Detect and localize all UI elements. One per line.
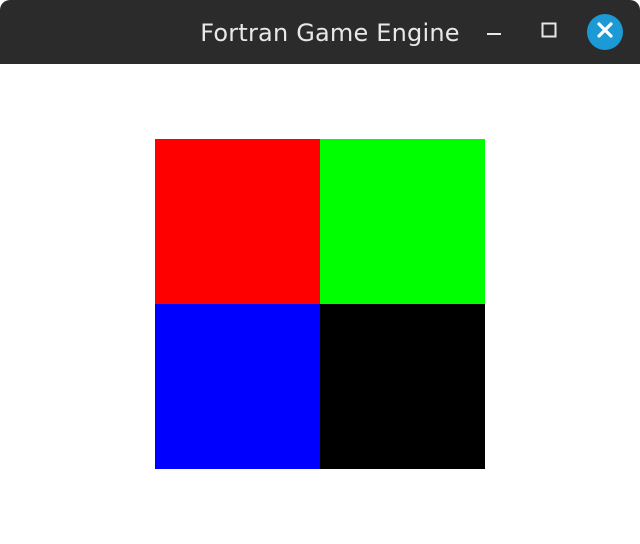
app-window: Fortran Game Engine [0,0,640,544]
title-bar[interactable]: Fortran Game Engine [0,0,640,64]
quadrant-bottom-right [320,304,485,469]
close-icon [596,21,614,43]
quadrant-top-left [155,139,320,304]
minimize-button[interactable] [476,14,512,50]
close-button[interactable] [587,14,623,50]
quadrant-bottom-left [155,304,320,469]
minimize-icon [485,21,503,43]
quadrant-top-right [320,139,485,304]
maximize-button[interactable] [531,14,567,50]
game-canvas[interactable] [0,64,640,544]
maximize-icon [540,21,558,43]
